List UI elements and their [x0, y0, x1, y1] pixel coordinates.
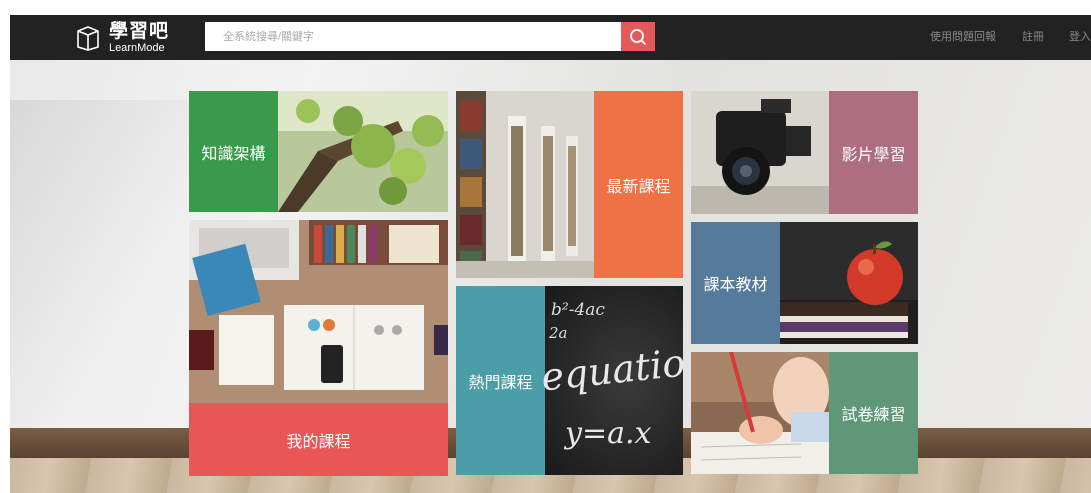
- chalkboard-photo: b²-4ac 2a equatio y=a.x: [539, 286, 683, 475]
- nav-report-issue[interactable]: 使用問題回報: [930, 28, 996, 44]
- nav-register[interactable]: 註冊: [1022, 28, 1044, 44]
- tree-photo: [278, 91, 448, 212]
- child-writing-photo: [691, 352, 829, 474]
- tile-newest-label: 最新課程: [594, 91, 683, 278]
- tile-exam-practice[interactable]: 試卷練習: [691, 352, 918, 474]
- nav-login[interactable]: 登入: [1069, 28, 1091, 44]
- logo-title: 學習吧: [109, 21, 170, 42]
- apple-books-photo: [780, 222, 918, 344]
- tile-my-courses[interactable]: 我的課程: [189, 220, 448, 476]
- tile-popular-courses[interactable]: 熱門課程 b²-4ac 2a equatio y=a.x: [456, 286, 683, 475]
- chalk-equation: y=a.x: [565, 416, 652, 451]
- top-margin: [0, 0, 1091, 15]
- chalk-word: equatio: [539, 340, 683, 400]
- site-logo[interactable]: 學習吧 LearnMode: [75, 22, 169, 54]
- tile-textbooks-label: 課本教材: [691, 222, 780, 344]
- tile-newest-courses[interactable]: 最新課程: [456, 91, 683, 278]
- chalk-formula-denominator: 2a: [549, 324, 568, 342]
- tile-knowledge-label: 知識架構: [189, 91, 278, 212]
- tile-exam-label: 試卷練習: [829, 352, 918, 474]
- chalk-formula-numerator: b²-4ac: [551, 300, 605, 320]
- left-margin: [0, 15, 10, 493]
- library-photo: [456, 91, 594, 278]
- search-input[interactable]: [205, 22, 621, 51]
- search-icon: [630, 28, 647, 45]
- book-logo-icon: [77, 26, 99, 51]
- tile-popular-label: 熱門課程: [456, 286, 545, 475]
- wall-shadow: [10, 100, 200, 480]
- logo-subtitle: LearnMode: [109, 42, 165, 54]
- search-button[interactable]: [621, 22, 655, 51]
- desk-photo: [189, 220, 448, 403]
- tile-knowledge-structure[interactable]: 知識架構: [189, 91, 448, 212]
- tile-video-label: 影片學習: [829, 91, 918, 214]
- camera-photo: [691, 91, 829, 214]
- tile-my-courses-label: 我的課程: [189, 403, 448, 476]
- tile-textbooks[interactable]: 課本教材: [691, 222, 918, 344]
- tile-video-learning[interactable]: 影片學習: [691, 91, 918, 214]
